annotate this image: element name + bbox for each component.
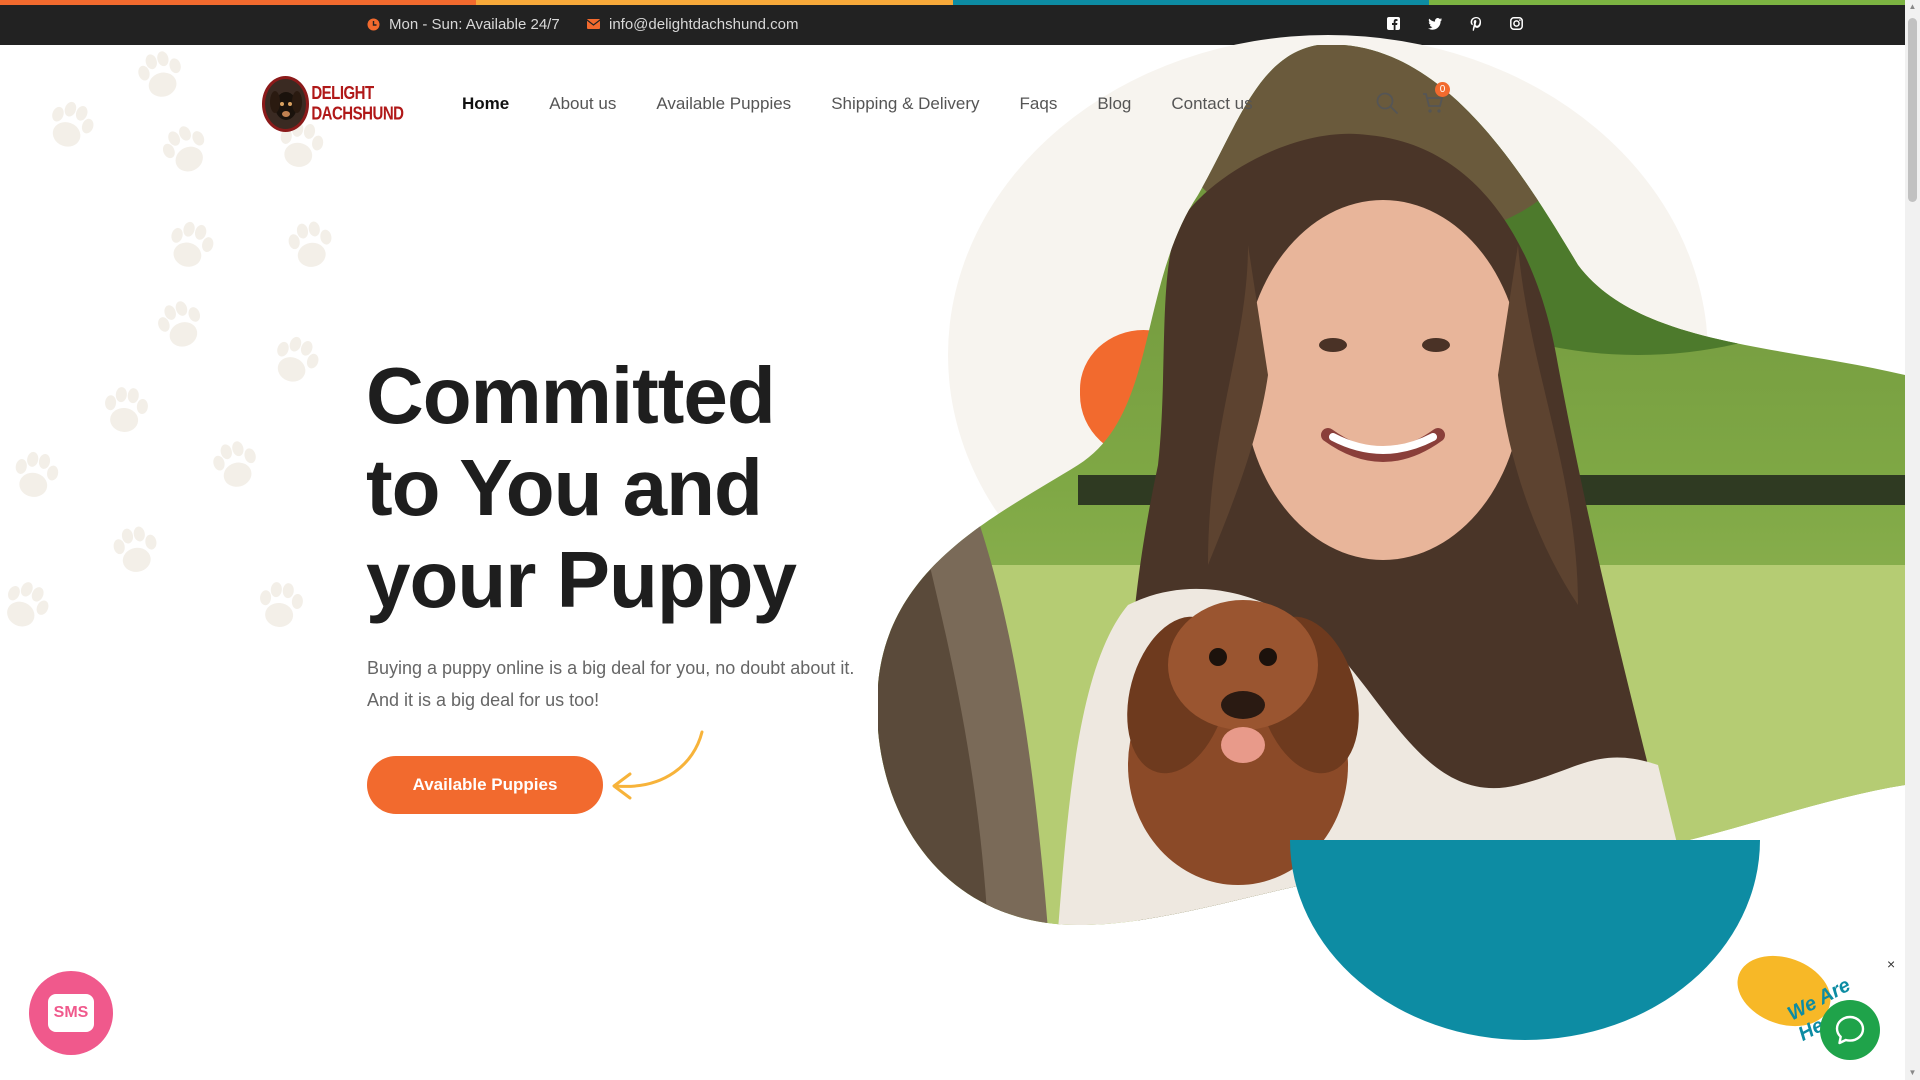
mail-icon	[586, 18, 600, 32]
email-info[interactable]: info@delightdachshund.com	[586, 16, 799, 33]
sms-widget-button[interactable]: SMS	[29, 971, 113, 1055]
cart-count-badge: 0	[1435, 82, 1450, 97]
scroll-down-icon[interactable]: ▼	[1908, 1068, 1917, 1077]
clock-icon	[366, 18, 380, 32]
hero-subtitle: Buying a puppy online is a big deal for …	[367, 652, 887, 716]
hours-info: Mon - Sun: Available 24/7	[366, 16, 560, 33]
chat-open-button[interactable]	[1820, 1000, 1880, 1060]
chat-widget: We Are Here! ×	[1727, 943, 1904, 1070]
available-puppies-button[interactable]: Available Puppies	[367, 756, 603, 814]
pinterest-icon[interactable]	[1468, 16, 1483, 31]
social-links	[1386, 16, 1524, 31]
hero-subtitle-line-2: And it is a big deal for us too!	[367, 690, 600, 710]
sms-icon: SMS	[48, 994, 94, 1032]
logo-wordmark: DELIGHT DACHSHUND	[311, 83, 404, 125]
chat-bubble-icon	[1835, 1015, 1865, 1045]
search-icon[interactable]	[1375, 91, 1399, 120]
main-nav: Home About us Available Puppies Shipping…	[462, 94, 1253, 114]
email-text[interactable]: info@delightdachshund.com	[609, 16, 799, 33]
nav-contact-us[interactable]: Contact us	[1171, 94, 1252, 114]
dachshund-logo-icon	[262, 76, 310, 132]
curved-arrow-icon	[612, 730, 704, 800]
instagram-icon[interactable]	[1509, 16, 1524, 31]
hours-text: Mon - Sun: Available 24/7	[389, 16, 560, 33]
nav-home[interactable]: Home	[462, 94, 509, 114]
top-bar: Mon - Sun: Available 24/7 info@delightda…	[0, 5, 1905, 45]
page-scrollbar[interactable]: ▲ ▼	[1905, 0, 1920, 1080]
nav-about-us[interactable]: About us	[549, 94, 616, 114]
nav-available-puppies[interactable]: Available Puppies	[656, 94, 791, 114]
nav-faqs[interactable]: Faqs	[1020, 94, 1058, 114]
nav-shipping-delivery[interactable]: Shipping & Delivery	[831, 94, 979, 114]
facebook-icon[interactable]	[1386, 16, 1401, 31]
hero-title: Committed to You and your Puppy	[366, 350, 926, 626]
nav-blog[interactable]: Blog	[1097, 94, 1131, 114]
hero-title-line-1: Committed	[366, 351, 776, 440]
site-logo[interactable]: DELIGHT DACHSHUND	[262, 76, 442, 132]
scroll-up-icon[interactable]: ▲	[1908, 2, 1917, 11]
page: Mon - Sun: Available 24/7 info@delightda…	[0, 0, 1920, 1080]
scrollbar-thumb[interactable]	[1908, 18, 1917, 202]
twitter-icon[interactable]	[1427, 16, 1442, 31]
header-actions: 0	[1375, 82, 1450, 120]
cart-button[interactable]: 0	[1421, 82, 1450, 120]
hero-subtitle-line-1: Buying a puppy online is a big deal for …	[367, 658, 855, 678]
chat-close-icon[interactable]: ×	[1887, 956, 1895, 972]
paw-print-graphic	[0, 47, 336, 635]
hero-title-line-3: your Puppy	[366, 535, 797, 624]
sms-label: SMS	[53, 1004, 89, 1021]
hero-photo	[878, 45, 1905, 925]
paw-print-pattern	[0, 45, 370, 665]
hero-title-line-2: to You and	[366, 443, 763, 532]
hero-teal-blob	[1290, 840, 1760, 1040]
